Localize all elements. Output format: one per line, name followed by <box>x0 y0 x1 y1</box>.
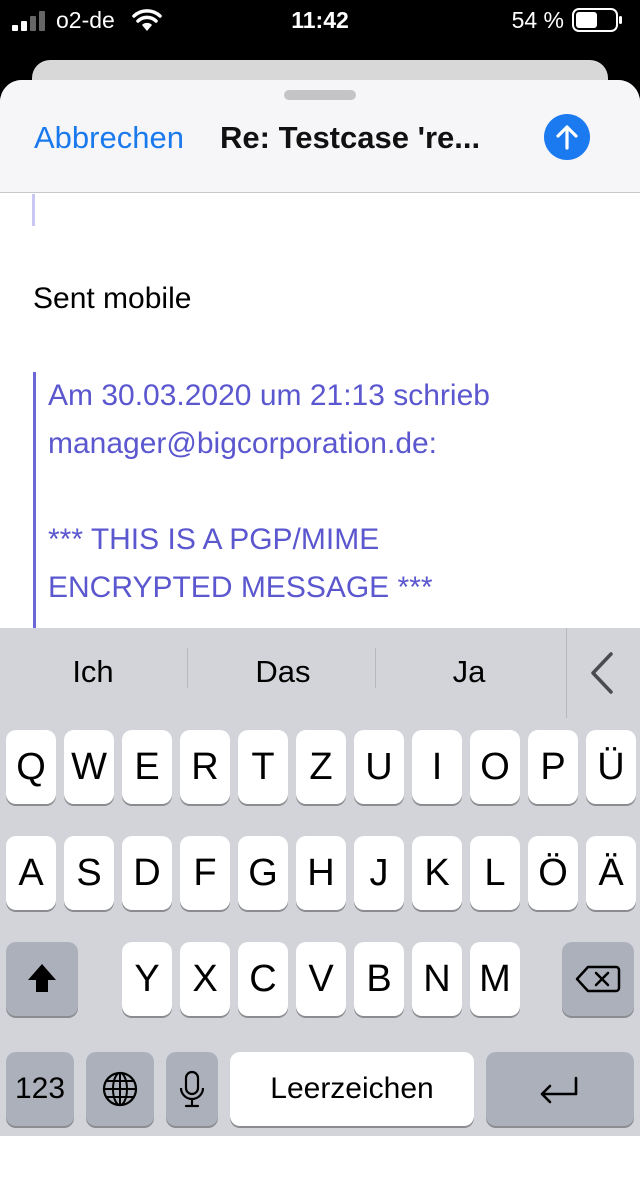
key-e[interactable]: E <box>122 730 172 804</box>
key-i[interactable]: I <box>412 730 462 804</box>
status-bar: o2-de 11:42 54 % <box>0 0 640 44</box>
quote-body: *** THIS IS A PGP/MIME ENCRYPTED MESSAGE… <box>48 516 588 612</box>
key-o[interactable]: O <box>470 730 520 804</box>
key-r[interactable]: R <box>180 730 230 804</box>
key-h[interactable]: H <box>296 836 346 910</box>
key-t[interactable]: T <box>238 730 288 804</box>
key-j[interactable]: J <box>354 836 404 910</box>
numbers-key[interactable]: 123 <box>6 1052 74 1126</box>
key-o-umlaut[interactable]: Ö <box>528 836 578 910</box>
key-u[interactable]: U <box>354 730 404 804</box>
backspace-icon <box>575 965 621 993</box>
key-z[interactable]: Z <box>296 730 346 804</box>
chevron-left-icon <box>591 652 613 694</box>
key-u-umlaut[interactable]: Ü <box>586 730 636 804</box>
compose-header: Abbrechen Re: Testcase 're... <box>0 80 640 193</box>
key-b[interactable]: B <box>354 942 404 1016</box>
return-arrow-icon <box>540 1076 578 1104</box>
key-q[interactable]: Q <box>6 730 56 804</box>
prediction-2[interactable]: Das <box>190 654 376 690</box>
message-body[interactable]: Sent mobile <box>33 282 191 316</box>
globe-key[interactable] <box>86 1052 154 1126</box>
key-c[interactable]: C <box>238 942 288 1016</box>
return-key[interactable] <box>486 1052 634 1126</box>
key-f[interactable]: F <box>180 836 230 910</box>
quote-header: Am 30.03.2020 um 21:13 schrieb manager@b… <box>48 372 588 468</box>
globe-icon <box>102 1071 138 1107</box>
key-a-umlaut[interactable]: Ä <box>586 836 636 910</box>
predictive-bar: Ich Das Ja <box>0 628 640 718</box>
quote-body-line: ENCRYPTED MESSAGE *** <box>48 571 433 604</box>
delete-key[interactable] <box>562 942 634 1016</box>
key-p[interactable]: P <box>528 730 578 804</box>
quote-body-line: *** THIS IS A PGP/MIME <box>48 523 380 556</box>
key-v[interactable]: V <box>296 942 346 1016</box>
key-y[interactable]: Y <box>122 942 172 1016</box>
key-x[interactable]: X <box>180 942 230 1016</box>
prediction-3[interactable]: Ja <box>376 654 562 690</box>
subject-title: Re: Testcase 're... <box>220 120 481 155</box>
space-key[interactable]: Leerzeichen <box>230 1052 474 1126</box>
microphone-icon <box>179 1070 205 1108</box>
key-s[interactable]: S <box>64 836 114 910</box>
send-button[interactable] <box>544 114 590 160</box>
quoted-message: Am 30.03.2020 um 21:13 schrieb manager@b… <box>33 372 596 672</box>
quote-header-line: manager@bigcorporation.de: <box>48 427 438 460</box>
key-n[interactable]: N <box>412 942 462 1016</box>
sheet-grabber[interactable] <box>284 90 356 100</box>
quote-bar-fragment <box>32 194 35 226</box>
prediction-divider <box>187 648 188 688</box>
key-a[interactable]: A <box>6 836 56 910</box>
key-l[interactable]: L <box>470 836 520 910</box>
collapse-predictions-button[interactable] <box>566 628 640 718</box>
key-g[interactable]: G <box>238 836 288 910</box>
cancel-button[interactable]: Abbrechen <box>34 120 184 156</box>
dictation-key[interactable] <box>166 1052 218 1126</box>
quote-header-line: Am 30.03.2020 um 21:13 schrieb <box>48 379 490 412</box>
battery-icon <box>572 8 622 32</box>
key-k[interactable]: K <box>412 836 462 910</box>
shift-key[interactable] <box>6 942 78 1016</box>
arrow-up-icon <box>556 125 578 150</box>
shift-arrow-icon <box>28 964 56 992</box>
key-m[interactable]: M <box>470 942 520 1016</box>
prediction-1[interactable]: Ich <box>0 654 186 690</box>
key-d[interactable]: D <box>122 836 172 910</box>
keyboard: Ich Das Ja Q W E R T Z U I O P Ü A S D F… <box>0 628 640 1136</box>
battery-percentage: 54 % <box>511 7 564 33</box>
key-w[interactable]: W <box>64 730 114 804</box>
